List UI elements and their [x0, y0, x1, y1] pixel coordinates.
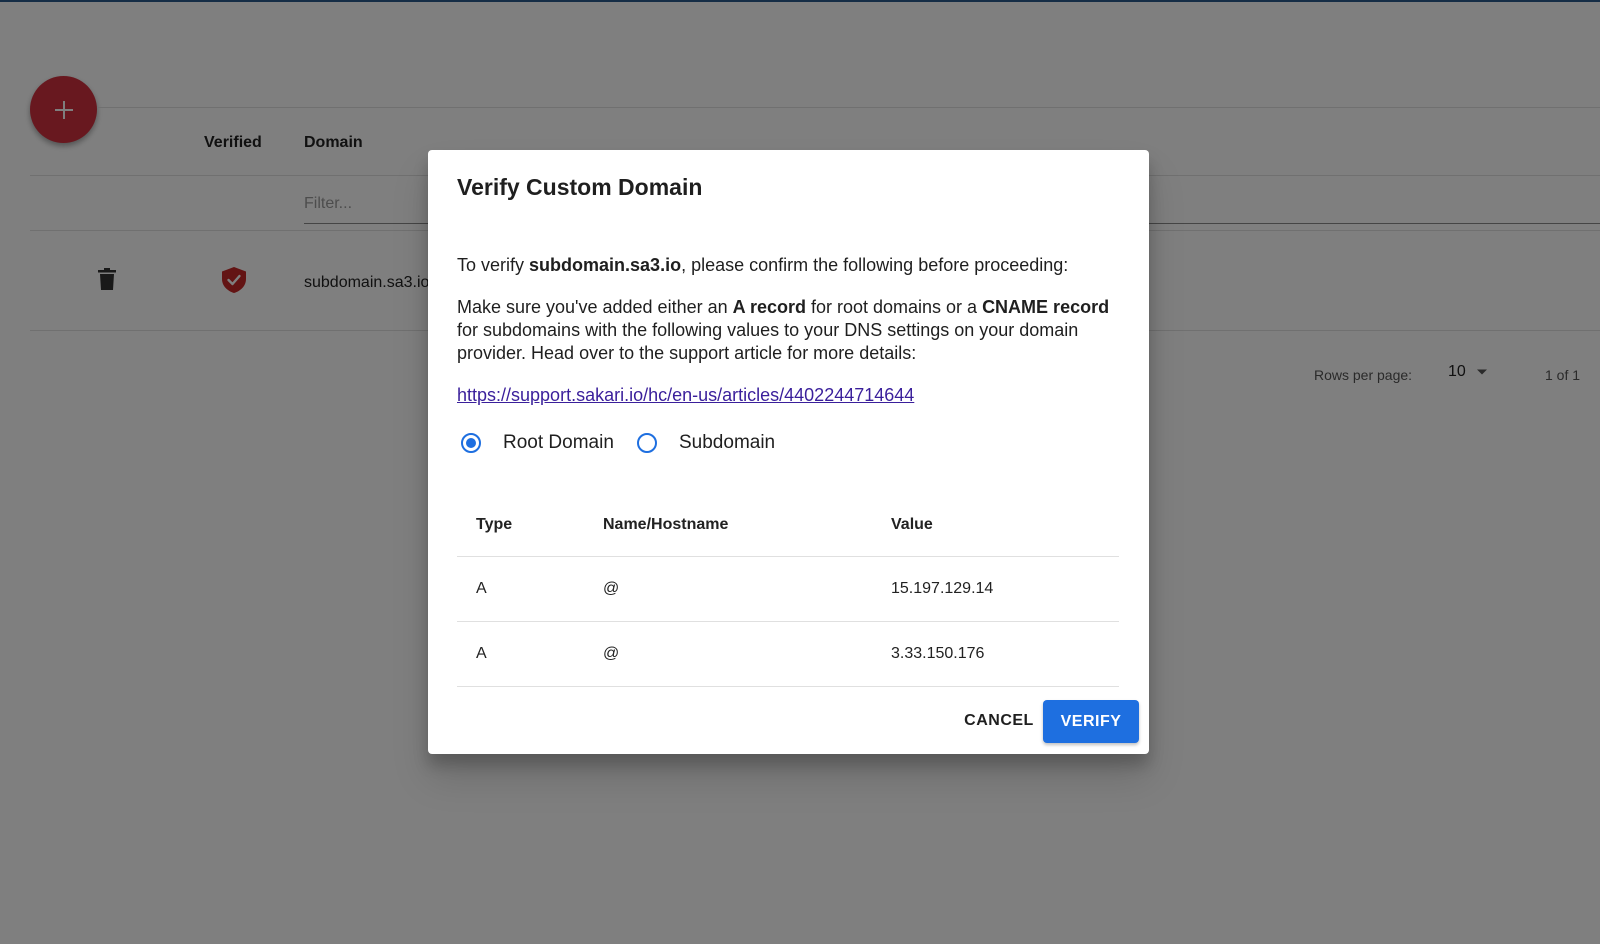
column-header-value: Value	[891, 516, 933, 533]
radio-root-domain[interactable]: Root Domain	[461, 432, 614, 454]
dns-records-table: Type Name/Hostname Value A @ 15.197.129.…	[457, 494, 1119, 687]
column-header-hostname: Name/Hostname	[603, 516, 729, 533]
domain-name: subdomain.sa3.io	[529, 255, 682, 275]
record-hostname: @	[603, 645, 620, 662]
table-row: A @ 3.33.150.176	[457, 622, 1119, 687]
radio-checked-icon	[461, 433, 481, 453]
record-hostname: @	[603, 580, 620, 597]
radio-unchecked-icon	[637, 433, 657, 453]
table-row: A @ 15.197.129.14	[457, 557, 1119, 622]
support-article-link[interactable]: https://support.sakari.io/hc/en-us/artic…	[457, 385, 914, 406]
verify-button[interactable]: VERIFY	[1043, 700, 1139, 743]
column-header-type: Type	[476, 516, 513, 533]
record-type: A	[476, 580, 487, 597]
dialog-instructions: Make sure you've added either an A recor…	[457, 297, 1110, 363]
dns-table-header: Type Name/Hostname Value	[457, 494, 1119, 557]
radio-label: Root Domain	[503, 432, 614, 453]
radio-subdomain[interactable]: Subdomain	[637, 432, 775, 454]
verify-domain-dialog: Verify Custom Domain To verify subdomain…	[428, 150, 1149, 754]
record-value: 3.33.150.176	[891, 645, 985, 662]
dialog-intro: To verify subdomain.sa3.io, please confi…	[457, 255, 1069, 275]
record-value: 15.197.129.14	[891, 580, 994, 597]
radio-label: Subdomain	[679, 432, 776, 453]
record-type: A	[476, 645, 487, 662]
cancel-button[interactable]: CANCEL	[951, 701, 1047, 741]
dialog-title: Verify Custom Domain	[457, 174, 703, 200]
